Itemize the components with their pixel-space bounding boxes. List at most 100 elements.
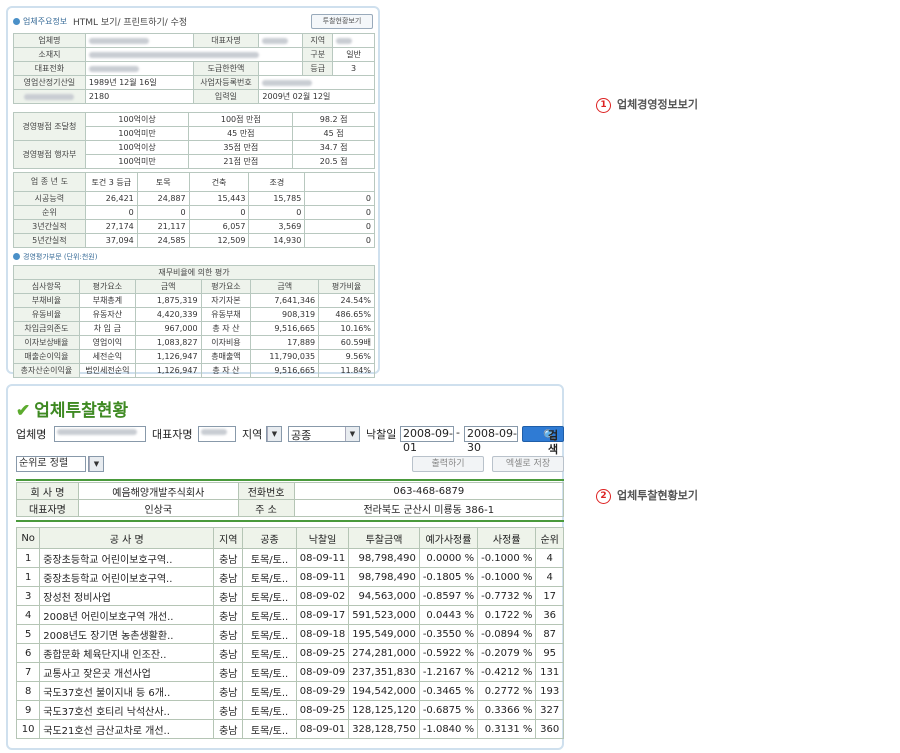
eval-cell: 98.2 점 [292, 112, 375, 127]
type-select[interactable]: 공종 ▼ [288, 426, 360, 442]
company-label: 업체명 [16, 428, 47, 441]
fin-cell: 1,875,319 [134, 293, 202, 308]
table-cell[interactable]: 국도37호선 불이지내 등 6개.. [39, 681, 215, 701]
table-cell: 충남 [213, 586, 244, 606]
table-cell: 94,563,000 [348, 586, 420, 606]
table-row[interactable]: 6 종합문화 체육단지내 인조잔.. 충남 토목/토.. 08-09-25 274,281… [15, 643, 564, 663]
date-from-input[interactable]: 2008-09-01 [400, 426, 454, 454]
table-cell: 08-09-29 [295, 681, 350, 701]
sort-select-arrow[interactable]: ▼ [88, 456, 104, 472]
fin-row-label: 유동비율 [13, 307, 80, 322]
table-cell[interactable]: 종합문화 체육단지내 인조잔.. [39, 643, 215, 663]
table-cell: 3 [15, 586, 41, 606]
label-input: 입력일 [192, 89, 260, 104]
col-header[interactable]: 사정률 [477, 527, 537, 549]
label-start: 영업산정기산일 [13, 75, 86, 90]
table-cell: 274,281,000 [348, 643, 420, 663]
col-header[interactable]: 공 사 명 [39, 527, 215, 549]
table-cell: 08-09-11 [295, 548, 350, 568]
region-select[interactable]: ▼ [266, 426, 282, 442]
value-bizno [258, 75, 375, 90]
table-cell: 194,542,000 [348, 681, 420, 701]
table-row[interactable]: 1 중장초등학교 어린이보호구역.. 충남 토목/토.. 08-09-11 98,798,… [15, 548, 564, 568]
table-row[interactable]: 7 교통사고 잦은곳 개선사업 충남 토목/토.. 08-09-09 237,351,83… [15, 662, 564, 682]
eval-cell: 100억이상 [84, 140, 190, 155]
eval-cell: 100억이상 [84, 112, 190, 127]
table-cell: -0.7732 % [477, 586, 537, 606]
table-cell[interactable]: 2008년 어린이보호구역 개선.. [39, 605, 215, 625]
value-start: 1989년 12월 16일 [84, 75, 194, 90]
fin-head-cell: 평가요소 [78, 279, 136, 294]
search-button-label: 검색 [547, 429, 559, 456]
table-cell: 토목/토.. [242, 548, 297, 568]
perf-head-cell: 토건 3 등급 [84, 172, 138, 192]
table-row[interactable]: 5 2008년도 장기면 농촌생활환.. 충남 토목/토.. 08-09-18 195,5… [15, 624, 564, 644]
table-cell: -0.5922 % [418, 643, 479, 663]
date-sep: - [456, 426, 460, 439]
table-cell: 토목/토.. [242, 624, 297, 644]
table-row[interactable]: 1 중장초등학교 어린이보호구역.. 충남 토목/토.. 08-09-11 98,798,… [15, 567, 564, 587]
col-header[interactable]: 지역 [213, 527, 244, 549]
table-cell: 충남 [213, 700, 244, 720]
table-cell: 10 [15, 719, 41, 739]
table-cell: 4 [15, 605, 41, 625]
company-input[interactable] [54, 426, 146, 442]
bid-status-button[interactable]: 투찰현황보기 [311, 14, 373, 29]
col-header[interactable]: 낙찰일 [295, 527, 350, 549]
bullet-icon [13, 18, 20, 25]
table-cell[interactable]: 2008년도 장기면 농촌생활환.. [39, 624, 215, 644]
excel-button[interactable]: 엑셀로 저장 [492, 456, 564, 472]
value-grade: 3 [332, 61, 375, 76]
eval-cell: 45 점 [292, 126, 375, 141]
table-cell: 328,128,750 [348, 719, 420, 739]
sort-select[interactable]: 순위로 정렬 [16, 456, 86, 472]
print-button[interactable]: 출력하기 [412, 456, 484, 472]
table-cell[interactable]: 국도37호선 호티리 낙석산사.. [39, 700, 215, 720]
table-row[interactable]: 9 국도37호선 호티리 낙석산사.. 충남 토목/토.. 08-09-25 128,12… [15, 700, 564, 720]
perf-cell: 37,094 [84, 233, 138, 248]
perf-cell: 24,585 [136, 233, 190, 248]
search-button[interactable]: 🔍 검색 [522, 426, 564, 456]
rep-input[interactable] [198, 426, 236, 442]
col-header[interactable]: 예가사정률 [418, 527, 479, 549]
fin-cell: 17,889 [250, 335, 320, 350]
col-header[interactable]: No [15, 527, 41, 549]
company-summary-table: 회 사 명 예음해양개발주식회사 전화번호 063-468-6879 대표자명 … [16, 482, 565, 517]
fin-cell: 4,420,339 [134, 307, 202, 322]
col-header[interactable]: 공종 [242, 527, 297, 549]
fin-row-label: 총자산순이익율 [13, 363, 80, 378]
table-row[interactable]: 8 국도37호선 불이지내 등 6개.. 충남 토목/토.. 08-09-29 194,5… [15, 681, 564, 701]
table-cell[interactable]: 국도21호선 금산교차로 개선.. [39, 719, 215, 739]
label-grade: 등급 [302, 61, 334, 76]
table-cell[interactable]: 중장초등학교 어린이보호구역.. [39, 548, 215, 568]
label-address: 소재지 [13, 47, 86, 62]
label-company: 회 사 명 [16, 482, 79, 500]
action-links[interactable]: HTML 보기/ 프린트하기/ 수정 [73, 15, 187, 28]
table-cell: 7 [15, 662, 41, 682]
annotation-2: 2 업체투찰현황보기 [596, 487, 698, 504]
table-cell: 08-09-25 [295, 643, 350, 663]
perf-cell: 0 [304, 191, 375, 206]
label-sub: 도급한한액 [192, 61, 260, 76]
table-row[interactable]: 4 2008년 어린이보호구역 개선.. 충남 토목/토.. 08-09-17 591,5… [15, 605, 564, 625]
col-header[interactable]: 순위 [535, 527, 564, 549]
fin-head-cell: 금액 [134, 279, 202, 294]
col-header[interactable]: 투찰금액 [348, 527, 420, 549]
perf-row-label: 3년간실적 [13, 219, 86, 234]
table-cell: -0.1805 % [418, 567, 479, 587]
table-cell[interactable]: 장성천 정비사업 [39, 586, 215, 606]
label-company: 업체명 [13, 33, 86, 48]
table-cell[interactable]: 교통사고 잦은곳 개선사업 [39, 662, 215, 682]
date-to-input[interactable]: 2008-09-30 [464, 426, 518, 454]
table-cell: -0.6875 % [418, 700, 479, 720]
annotation-number: 1 [596, 97, 611, 113]
table-cell[interactable]: 중장초등학교 어린이보호구역.. [39, 567, 215, 587]
table-row[interactable]: 3 장성천 정비사업 충남 토목/토.. 08-09-02 94,563,000 -0.85… [15, 586, 564, 606]
financial-table: 재무비율에 의한 평가 심사항목 평가요소 금액 평가요소 금액 평가비율 부채… [13, 265, 375, 378]
company-info-panel: 업체주요정보 HTML 보기/ 프린트하기/ 수정 투찰현황보기 업체명 대표자… [6, 6, 380, 378]
table-row[interactable]: 10 국도21호선 금산교차로 개선.. 충남 토목/토.. 08-09-01 328,1… [15, 719, 564, 739]
annotation-label: 업체경영정보보기 [617, 98, 698, 111]
chevron-down-icon: ▼ [345, 427, 359, 441]
annotation-number: 2 [596, 488, 611, 504]
table-cell: -0.3465 % [418, 681, 479, 701]
